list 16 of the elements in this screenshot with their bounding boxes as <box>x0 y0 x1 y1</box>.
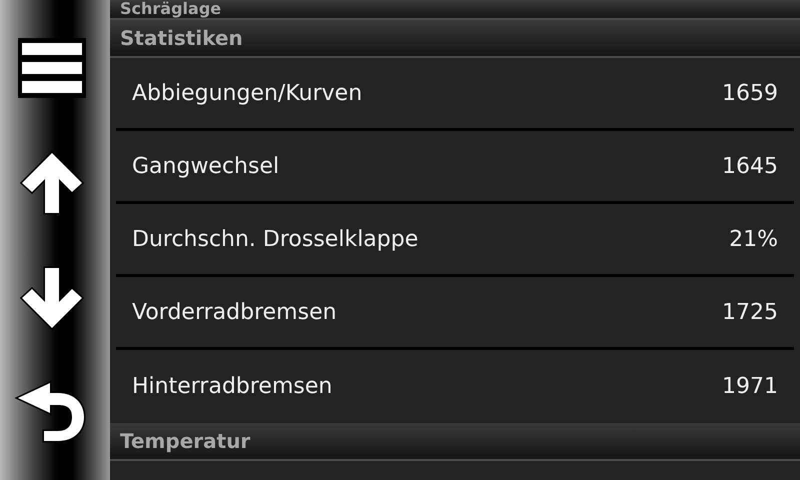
section-title: Statistiken <box>120 26 243 50</box>
menu-icon <box>18 38 86 98</box>
row-value: 21% <box>729 226 778 254</box>
row-label: Gangwechsel <box>132 152 280 180</box>
row-value: 1645 <box>722 152 778 180</box>
row-label: Vorderradbremsen <box>132 298 337 326</box>
up-arrow-icon <box>19 150 85 216</box>
row-value: 1725 <box>722 298 778 326</box>
row-value: 1971 <box>722 373 778 401</box>
down-arrow-icon <box>19 264 85 330</box>
row-label: Durchschn. Drosselklappe <box>132 226 418 254</box>
row-value: 1659 <box>722 80 778 108</box>
section-title: Temperatur <box>120 429 250 453</box>
row-label: Abbiegungen/Kurven <box>132 80 362 108</box>
row-label: Hinterradbremsen <box>132 373 332 401</box>
section-title: Schräglage <box>120 0 222 18</box>
